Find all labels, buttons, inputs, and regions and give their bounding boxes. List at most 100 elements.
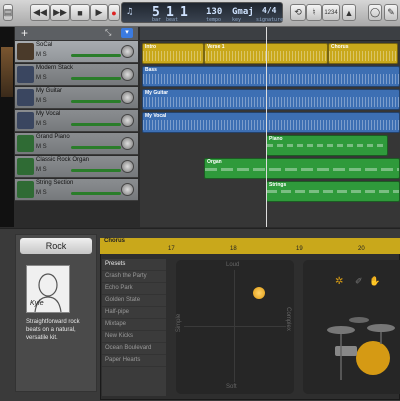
region-bass[interactable]: Bass (142, 66, 400, 87)
drum-kit-icon[interactable] (321, 300, 399, 384)
library-icon[interactable]: ▤ (3, 4, 13, 21)
filter-icon[interactable]: ▾ (121, 28, 133, 38)
library-strip (0, 27, 14, 227)
pan-knob[interactable] (121, 91, 134, 104)
track-name: My Vocal (36, 111, 61, 117)
preset-item[interactable]: Paper Hearts (102, 355, 166, 367)
track-name: My Guitar (36, 88, 63, 94)
pan-knob[interactable] (121, 68, 134, 81)
pan-knob[interactable] (121, 114, 134, 127)
drum-kit-panel[interactable]: ✲ ✐ ✋ (303, 260, 400, 394)
preset-item[interactable]: Mixtape (102, 319, 166, 331)
instrument-icon[interactable] (17, 43, 34, 60)
preset-item[interactable]: Half-pipe (102, 307, 166, 319)
volume-slider[interactable] (71, 77, 121, 80)
region-label: Bass (145, 67, 157, 73)
volume-slider[interactable] (71, 100, 121, 103)
percussion-icon[interactable]: ✲ (335, 276, 343, 287)
editor-ruler[interactable]: Chorus 17 18 19 20 (100, 238, 400, 254)
preset-item[interactable]: Echo Park (102, 283, 166, 295)
pad-label-loud: Loud (226, 262, 240, 268)
track-name: SoCal (36, 42, 53, 48)
ruler-mark: 18 (230, 246, 237, 252)
pan-knob[interactable] (121, 137, 134, 150)
tracks-area[interactable]: Intro Verse 1 Chorus Bass My Guitar My V… (140, 41, 400, 227)
pad-label-simple: Simple (176, 313, 183, 333)
track-header[interactable]: My Guitar M S (15, 87, 138, 109)
xy-pad[interactable]: Loud Soft Simple Complex (176, 260, 294, 394)
count-in-button[interactable]: 1234 (322, 4, 340, 21)
ruler-mark: 20 (358, 246, 365, 252)
preset-item[interactable]: Crash the Party (102, 271, 166, 283)
volume-slider[interactable] (71, 192, 121, 195)
genre-button[interactable]: Rock (20, 238, 92, 254)
clap-icon[interactable]: ✋ (369, 276, 380, 287)
preset-item[interactable]: Golden State (102, 295, 166, 307)
pan-knob[interactable] (121, 183, 134, 196)
smart-controls-icon[interactable]: ⤡ (105, 28, 111, 38)
loop-browser-icon[interactable]: ◯ (368, 4, 382, 21)
region-label: Chorus (331, 44, 349, 50)
timeline-ruler[interactable] (140, 27, 400, 41)
xy-pad-puck[interactable] (253, 287, 265, 299)
pad-label-complex: Complex (284, 307, 291, 331)
shaker-icon[interactable]: ✐ (355, 276, 363, 287)
region-strings[interactable]: Strings (266, 181, 400, 202)
metronome-button[interactable]: ▲ (342, 4, 356, 21)
region-label: Verse 1 (207, 44, 225, 50)
lcd-display[interactable]: ♫ 5 1 1 130 Gmaj 4/4 bar beat tempo key … (121, 2, 283, 23)
lcd-signature: 4/4 (262, 6, 277, 15)
track-header[interactable]: SoCal M S (15, 41, 138, 63)
lcd-division: 1 (180, 5, 188, 20)
lcd-bar-label: bar (152, 17, 162, 23)
stop-button[interactable]: ■ (70, 4, 90, 21)
lcd-beat-label: beat (166, 17, 179, 23)
play-button[interactable]: ▶ (90, 4, 108, 21)
editor-icon[interactable]: ✎ (384, 4, 398, 21)
instrument-icon[interactable] (17, 158, 34, 175)
instrument-icon[interactable] (17, 89, 34, 106)
lcd-key: Gmaj (232, 7, 254, 17)
volume-slider[interactable] (71, 169, 121, 172)
mute-solo-buttons[interactable]: M S (36, 75, 47, 81)
add-track-button[interactable]: + (21, 26, 28, 40)
volume-slider[interactable] (71, 54, 121, 57)
volume-slider[interactable] (71, 123, 121, 126)
instrument-icon[interactable] (17, 112, 34, 129)
mute-solo-buttons[interactable]: M S (36, 190, 47, 196)
mute-solo-buttons[interactable]: M S (36, 52, 47, 58)
mute-solo-buttons[interactable]: M S (36, 167, 47, 173)
track-header[interactable]: Modern Stack M S (15, 64, 138, 86)
region-piano[interactable]: Piano (266, 135, 388, 156)
instrument-icon[interactable] (17, 135, 34, 152)
mute-solo-buttons[interactable]: M S (36, 144, 47, 150)
preset-item[interactable]: New Kicks (102, 331, 166, 343)
record-button[interactable]: ● (108, 4, 120, 21)
region-chorus[interactable]: Chorus (328, 43, 398, 64)
region-organ[interactable]: Organ (204, 158, 400, 179)
pan-knob[interactable] (121, 45, 134, 58)
instrument-icon[interactable] (17, 66, 34, 83)
mute-solo-buttons[interactable]: M S (36, 121, 47, 127)
forward-button[interactable]: ▶▶ (50, 4, 70, 21)
instrument-icon[interactable] (17, 181, 34, 198)
metronome-icon: ♫ (127, 7, 133, 17)
rewind-button[interactable]: ◀◀ (30, 4, 50, 21)
playhead[interactable] (266, 27, 267, 227)
tuner-icon[interactable]: ♮ (306, 4, 322, 21)
track-header[interactable]: My Vocal M S (15, 110, 138, 132)
mute-solo-buttons[interactable]: M S (36, 98, 47, 104)
cycle-icon[interactable]: ⟲ (290, 4, 306, 21)
pan-knob[interactable] (121, 160, 134, 173)
region-intro[interactable]: Intro (142, 43, 204, 64)
track-header[interactable]: Grand Piano M S (15, 133, 138, 155)
volume-slider[interactable] (71, 146, 121, 149)
track-header[interactable]: Classic Rock Organ M S (15, 156, 138, 178)
region-vocal[interactable]: My Vocal (142, 112, 400, 133)
drummer-avatar[interactable]: Kyle (26, 265, 70, 313)
ruler-mark: 17 (168, 246, 175, 252)
preset-item[interactable]: Ocean Boulevard (102, 343, 166, 355)
region-guitar[interactable]: My Guitar (142, 89, 400, 110)
track-header[interactable]: String Section M S (15, 179, 138, 201)
drummer-thumbnail[interactable] (1, 47, 13, 97)
